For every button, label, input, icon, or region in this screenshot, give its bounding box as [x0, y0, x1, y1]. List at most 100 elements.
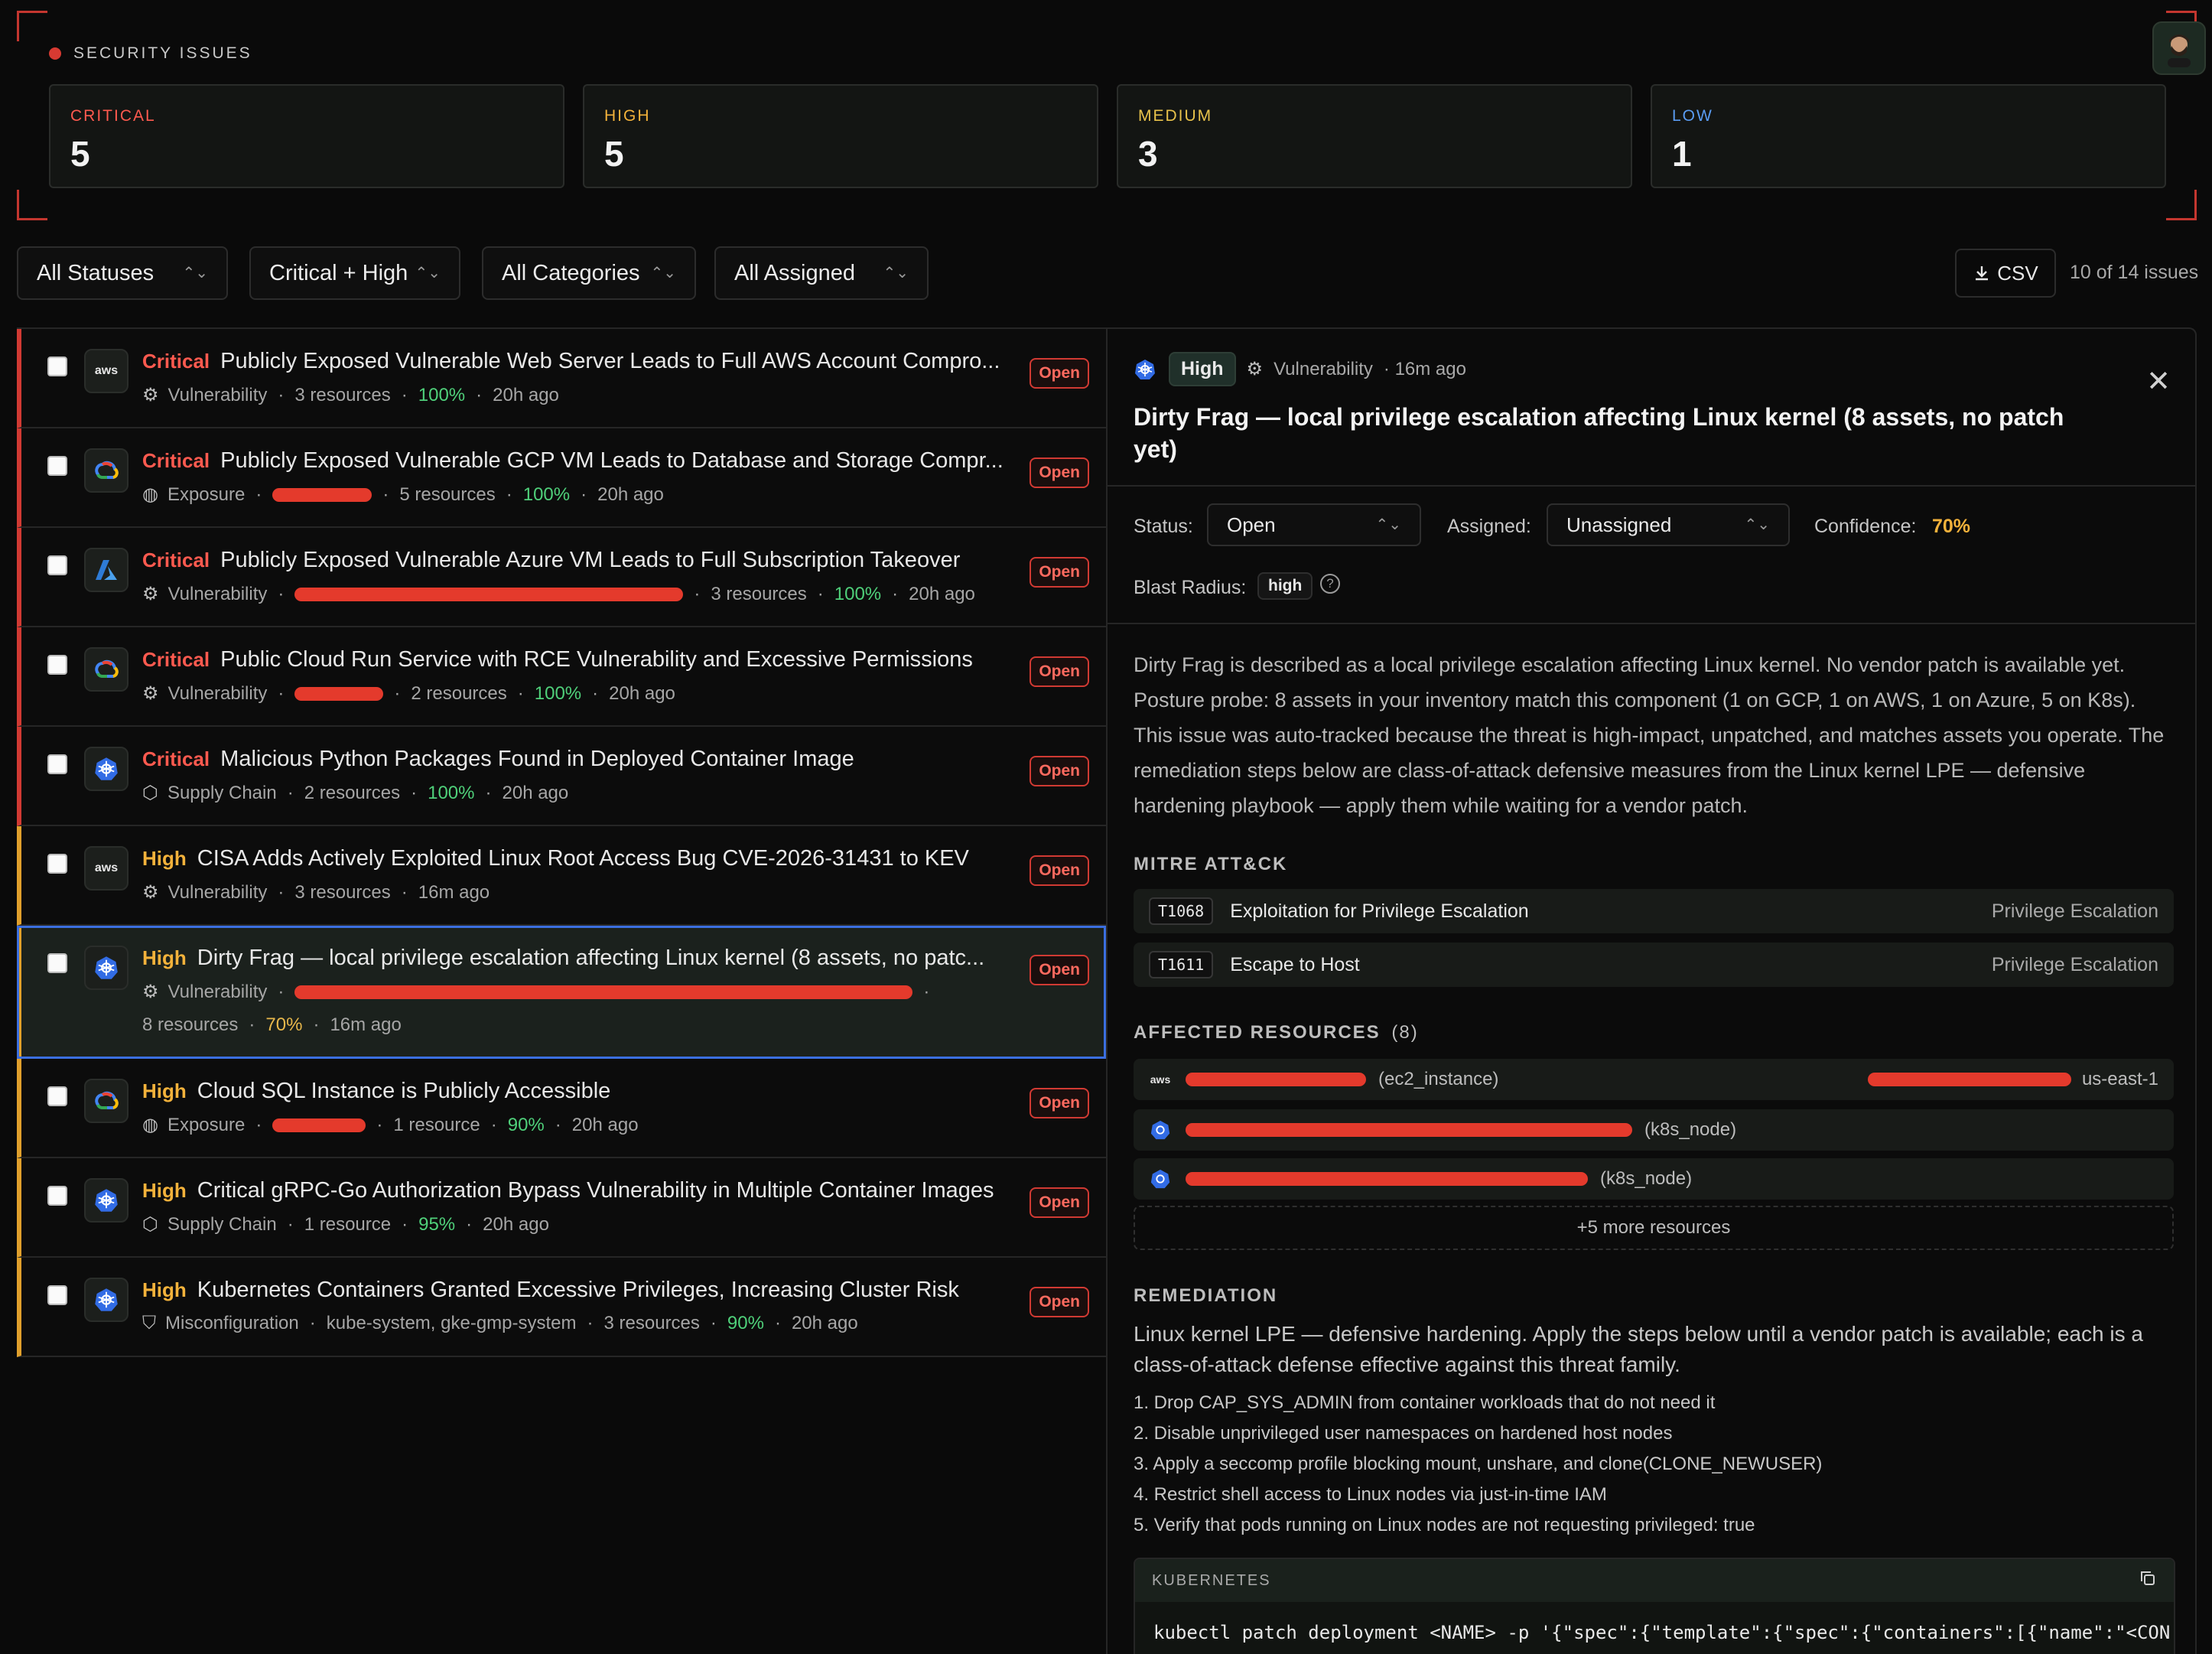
- stat-card-critical[interactable]: CRITICAL 5: [49, 84, 564, 188]
- category-filter-value: All Categories: [502, 260, 640, 285]
- row-checkbox[interactable]: [47, 456, 67, 476]
- status-badge: Open: [1030, 955, 1089, 985]
- issue-category: Vulnerability: [168, 682, 268, 704]
- avatar[interactable]: [2152, 21, 2206, 75]
- resource-row[interactable]: (k8s_node): [1134, 1158, 2174, 1200]
- separator-dot: ·: [278, 981, 285, 1002]
- aws-icon: aws: [84, 349, 128, 393]
- separator-dot: ·: [506, 484, 512, 505]
- issue-row[interactable]: Critical Publicly Exposed Vulnerable GCP …: [17, 428, 1106, 528]
- status-filter-select[interactable]: All Statuses ⌃⌄: [17, 246, 228, 300]
- remediation-step: 5. Verify that pods running on Linux nod…: [1134, 1515, 1755, 1535]
- frame-corner-top-left: [17, 11, 47, 41]
- issue-category: Misconfiguration: [165, 1313, 299, 1333]
- row-checkbox[interactable]: [47, 754, 67, 774]
- issue-row[interactable]: High Cloud SQL Instance is Publicly Acces…: [17, 1059, 1106, 1158]
- severity-label: High: [142, 1278, 187, 1301]
- severity-filter-select[interactable]: Critical + High ⌃⌄: [249, 246, 460, 300]
- separator-dot: ·: [402, 1213, 408, 1235]
- resource-row[interactable]: aws (ec2_instance) us-east-1: [1134, 1059, 2174, 1100]
- separator-dot: ·: [278, 881, 285, 903]
- category-icon: ⚙: [142, 584, 159, 604]
- separator-dot: ·: [313, 1014, 320, 1035]
- separator-dot: ·: [555, 1114, 561, 1135]
- issue-category: Vulnerability: [168, 881, 268, 903]
- issue-time: 20h ago: [571, 1114, 639, 1135]
- issue-title: Critical Public Cloud Run Service with RC…: [142, 647, 973, 672]
- issue-row[interactable]: High Kubernetes Containers Granted Excess…: [17, 1258, 1106, 1357]
- affected-resources-heading: AFFECTED RESOURCES (8): [1134, 1022, 1419, 1044]
- row-checkbox[interactable]: [47, 555, 67, 575]
- separator-dot: ·: [490, 1114, 497, 1135]
- category-icon: ◍: [142, 1115, 158, 1135]
- assigned-filter-select[interactable]: All Assigned ⌃⌄: [714, 246, 929, 300]
- close-icon[interactable]: ✕: [2146, 364, 2171, 399]
- stat-card-low[interactable]: LOW 1: [1651, 84, 2166, 188]
- assigned-select-value: Unassigned: [1566, 513, 1672, 536]
- assigned-select[interactable]: Unassigned ⌃⌄: [1547, 503, 1790, 546]
- resource-row[interactable]: (k8s_node): [1134, 1109, 2174, 1151]
- status-badge: Open: [1030, 656, 1089, 687]
- frame-corner-bottom-right: [2166, 190, 2197, 220]
- status-badge: Open: [1030, 358, 1089, 389]
- mitre-technique-row[interactable]: T1611 Escape to Host Privilege Escalatio…: [1134, 943, 2174, 987]
- issue-confidence: 90%: [507, 1114, 545, 1135]
- status-select[interactable]: Open ⌃⌄: [1207, 503, 1421, 546]
- code-content: kubectl patch deployment <NAME> -p '{"sp…: [1153, 1622, 2171, 1643]
- stat-label: HIGH: [604, 107, 651, 125]
- separator-dot: ·: [411, 782, 418, 803]
- stat-value: 5: [70, 134, 90, 174]
- issue-title: High CISA Adds Actively Exploited Linux R…: [142, 846, 969, 871]
- row-checkbox[interactable]: [47, 655, 67, 675]
- issue-time: 20h ago: [909, 583, 975, 604]
- issue-row[interactable]: High Dirty Frag — local privilege escalat…: [17, 926, 1106, 1059]
- separator-dot: ·: [587, 1313, 594, 1333]
- issue-time: 16m ago: [418, 881, 490, 903]
- issue-row[interactable]: aws High CISA Adds Actively Exploited Linu…: [17, 826, 1106, 926]
- mitre-technique-row[interactable]: T1068 Exploitation for Privilege Escalat…: [1134, 889, 2174, 933]
- separator-dot: ·: [476, 384, 483, 405]
- remediation-step: 4. Restrict shell access to Linux nodes …: [1134, 1484, 1607, 1505]
- copy-icon[interactable]: [2139, 1569, 2157, 1592]
- row-checkbox[interactable]: [47, 357, 67, 376]
- stat-value: 1: [1672, 134, 1692, 174]
- issue-meta: ⚙ Vulnerability · · 3 resources · 100% · 20h ago: [142, 583, 975, 605]
- row-checkbox[interactable]: [47, 953, 67, 973]
- technique-tactic: Privilege Escalation: [1991, 900, 2158, 922]
- stat-card-high[interactable]: HIGH 5: [583, 84, 1098, 188]
- issue-namespaces: kube-system, gke-gmp-system: [326, 1313, 577, 1333]
- separator-dot: ·: [401, 384, 408, 405]
- separator-dot: ·: [710, 1313, 717, 1333]
- row-checkbox[interactable]: [47, 854, 67, 874]
- separator-dot: ·: [892, 583, 899, 604]
- issue-row[interactable]: aws Critical Publicly Exposed Vulnerable W…: [17, 329, 1106, 428]
- row-checkbox[interactable]: [47, 1285, 67, 1305]
- separator-dot: ·: [466, 1213, 473, 1235]
- issue-row[interactable]: High Critical gRPC-Go Authorization Bypas…: [17, 1158, 1106, 1258]
- severity-label: Critical: [142, 549, 210, 571]
- category-filter-select[interactable]: All Categories ⌃⌄: [482, 246, 696, 300]
- issue-row[interactable]: Critical Public Cloud Run Service with RC…: [17, 627, 1106, 727]
- resource-type: (ec2_instance): [1378, 1069, 1499, 1089]
- row-checkbox[interactable]: [47, 1186, 67, 1206]
- issue-title: Critical Malicious Python Packages Found …: [142, 747, 854, 772]
- issue-row[interactable]: Critical Publicly Exposed Vulnerable Azur…: [17, 528, 1106, 627]
- issue-resources: 2 resources: [304, 782, 401, 803]
- category-icon: ⚙: [142, 385, 159, 405]
- help-icon[interactable]: ?: [1320, 574, 1340, 594]
- code-header: KUBERNETES: [1135, 1559, 2174, 1602]
- separator-dot: ·: [278, 682, 285, 704]
- issue-confidence: 100%: [522, 484, 571, 505]
- issue-meta: ⚙ Vulnerability · ·: [142, 981, 940, 1003]
- issue-category: Vulnerability: [168, 583, 268, 604]
- row-checkbox[interactable]: [47, 1086, 67, 1106]
- more-resources-button[interactable]: +5 more resources: [1134, 1206, 2174, 1250]
- stat-value: 5: [604, 134, 624, 174]
- csv-export-button[interactable]: CSV: [1955, 249, 2056, 298]
- stat-card-medium[interactable]: MEDIUM 3: [1117, 84, 1632, 188]
- issue-confidence: 90%: [727, 1313, 764, 1333]
- kubernetes-icon: [1149, 1118, 1172, 1141]
- issue-category: Exposure: [167, 484, 246, 505]
- issue-row[interactable]: Critical Malicious Python Packages Found …: [17, 727, 1106, 826]
- issue-count: 10 of 14 issues: [2070, 262, 2199, 283]
